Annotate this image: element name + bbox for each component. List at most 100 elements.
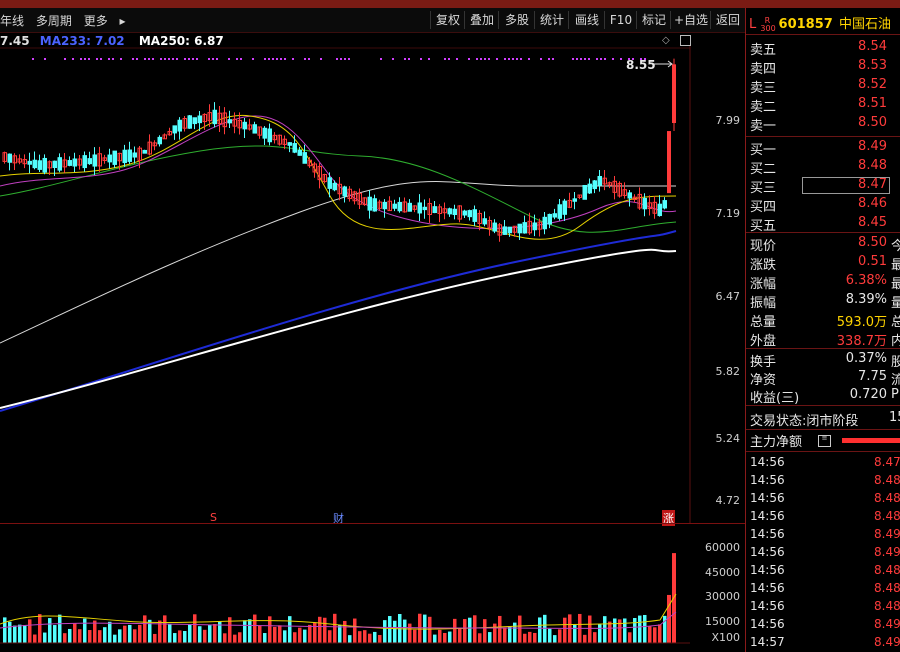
add-watchlist-button[interactable]: +自选 (670, 11, 711, 29)
candle-body (262, 127, 267, 139)
quote-value: 8.50 (858, 235, 887, 250)
price-tick: 5.82 (715, 365, 741, 378)
stock-name: 中国石油 (838, 17, 891, 32)
volume-bar (548, 628, 552, 643)
price-tick: 4.72 (715, 494, 741, 507)
signal-dot (444, 58, 446, 60)
signal-dot (120, 58, 122, 60)
volume-bar (653, 627, 657, 643)
volume-bar (213, 624, 217, 643)
signal-dot (336, 58, 338, 60)
overlay-button[interactable]: 叠加 (464, 11, 499, 29)
candle-body (447, 208, 452, 215)
volume-chart[interactable] (0, 524, 690, 646)
ask-row[interactable]: 卖二 8.51 (750, 96, 900, 115)
volume-bar (498, 615, 502, 643)
bid-level-label: 买四 (750, 200, 777, 215)
adjust-button[interactable]: 复权 (430, 11, 465, 29)
quote-extra: 最 (891, 258, 900, 273)
volume-tick: 30000 (705, 590, 740, 603)
signal-dot (508, 58, 510, 60)
main-flow-bar (842, 438, 900, 443)
high-arrow-icon (654, 60, 673, 68)
signal-dot (64, 58, 66, 60)
quote-row: 涨幅 6.38% 最 (750, 273, 900, 292)
back-button[interactable]: 返回 (710, 11, 745, 29)
ask-row[interactable]: 卖一 8.50 (750, 115, 900, 134)
tick-time: 14:56 (750, 509, 785, 523)
volume-bar (3, 617, 7, 643)
volume-bar (363, 630, 367, 643)
candle-body (212, 109, 217, 125)
signal-dot (176, 58, 178, 60)
signal-dot (480, 58, 482, 60)
volume-bar (318, 616, 322, 643)
volume-bar (153, 633, 157, 643)
f10-button[interactable]: F10 (604, 11, 637, 29)
volume-bar (478, 633, 482, 643)
volume-bar (563, 617, 567, 643)
candle-body (407, 202, 412, 212)
tick-row: 14:56 8.48 (750, 509, 900, 526)
mark-button[interactable]: 标记 (636, 11, 671, 29)
collapse-diamond-icon[interactable]: ◇ (662, 35, 670, 46)
candle-body (372, 198, 377, 212)
main-flow-row[interactable]: 主力净额 ≡ (750, 431, 900, 450)
multi-stock-button[interactable]: 多股 (498, 11, 535, 29)
volume-bar (298, 627, 302, 643)
list-icon[interactable]: ≡ (818, 435, 831, 447)
ask-row[interactable]: 卖五 8.54 (750, 39, 900, 58)
signal-dot (168, 58, 170, 60)
volume-bar (53, 625, 57, 643)
volume-bar (293, 632, 297, 643)
bid-row[interactable]: 买三 8.47 (750, 177, 900, 196)
candle-body (642, 197, 647, 210)
ticks-divider (746, 451, 900, 452)
signal-dot (44, 58, 46, 60)
volume-bar (98, 630, 102, 643)
ask-row[interactable]: 卖四 8.53 (750, 58, 900, 77)
volume-bar (628, 632, 632, 643)
candle-body (27, 160, 32, 165)
tick-row: 14:56 8.49 (750, 527, 900, 544)
period-year-tab[interactable]: 年线 (0, 14, 24, 28)
ask-row[interactable]: 卖三 8.52 (750, 77, 900, 96)
volume-bar (208, 624, 212, 643)
volume-bar (523, 633, 527, 643)
quote-panel: L R 300 601857 中国石油 卖五 8.54 卖四 8.53 卖三 8.52 卖二 8… (745, 8, 900, 652)
volume-bar (233, 634, 237, 643)
bid-row[interactable]: 买二 8.48 (750, 158, 900, 177)
candlestick-chart[interactable] (0, 46, 745, 523)
volume-bar (443, 632, 447, 643)
window-toggle-icon[interactable] (680, 35, 691, 46)
fundamental-value: 7.75 (858, 369, 887, 384)
more-menu[interactable]: 更多 ▸ (84, 14, 126, 28)
candle-body (552, 213, 557, 218)
quote-value: 338.7万 (836, 334, 887, 349)
volume-bar (493, 623, 497, 643)
title-strip (0, 0, 900, 8)
volume-bar (303, 629, 307, 643)
tick-row: 14:57 8.49 (750, 635, 900, 652)
volume-bar (133, 629, 137, 643)
volume-bar (453, 618, 457, 643)
candle-body (52, 160, 57, 169)
bid-row[interactable]: 买四 8.46 (750, 196, 900, 215)
draw-line-button[interactable]: 画线 (568, 11, 605, 29)
volume-bar (623, 618, 627, 643)
volume-bar (533, 632, 537, 643)
signal-dot (428, 58, 430, 60)
tick-row: 14:56 8.48 (750, 599, 900, 616)
signal-dot (264, 58, 266, 60)
volume-bar (128, 624, 132, 643)
bid-price: 8.49 (858, 139, 887, 154)
volume-ma-line (0, 593, 677, 630)
volume-bar (123, 625, 127, 643)
candle-body (7, 153, 12, 163)
statistics-button[interactable]: 统计 (534, 11, 569, 29)
multi-period-tab[interactable]: 多周期 (36, 14, 72, 28)
bid-row[interactable]: 买一 8.49 (750, 139, 900, 158)
fundamental-value: 0.37% (845, 351, 887, 366)
candle-body (287, 142, 292, 146)
signal-dot (456, 58, 458, 60)
